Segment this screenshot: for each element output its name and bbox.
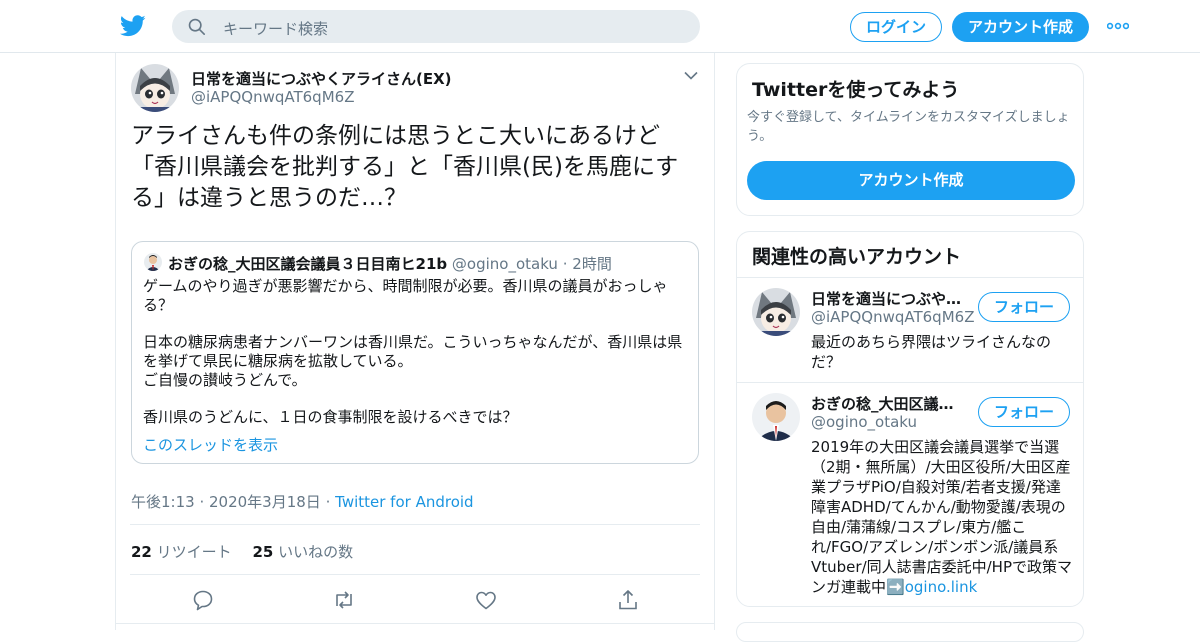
like-stat[interactable]: 25 いいねの数 xyxy=(252,543,353,561)
right-arrow-emoji-icon: ➡️ xyxy=(886,578,905,596)
related-account-handle[interactable]: @iAPQQnwqAT6qM6Z xyxy=(811,308,974,326)
related-account-bio-text: 2019年の大田区議会議員選挙で当選（2期・無所属）/大田区役所/大田区産業プラ… xyxy=(811,438,1072,596)
reply-icon[interactable] xyxy=(191,588,215,612)
person-avatar-icon xyxy=(144,253,162,271)
try-twitter-card: Twitterを使ってみよう 今すぐ登録して、タイムラインをカスタマイズしましょ… xyxy=(736,63,1084,216)
chevron-down-icon[interactable] xyxy=(684,71,698,80)
tweet-meta: 午後1:13 · 2020年3月18日 · Twitter for Androi… xyxy=(131,491,474,512)
retweet-count: 22 xyxy=(131,543,152,561)
related-account-name[interactable]: おぎの稔_大田区議会議員３日目南ヒ21b xyxy=(811,393,966,414)
related-account-bio: 最近のあちら界隈はツライさんなのだ？ xyxy=(811,333,1052,371)
twitter-bird-logo-icon[interactable] xyxy=(120,14,146,38)
related-account-avatar[interactable] xyxy=(752,288,800,336)
tweet-detail: 日常を適当につぶやくアライさん(EX) @iAPQQnwqAT6qM6Z アライ… xyxy=(115,53,715,630)
quoted-author-handle: @ogino_otaku xyxy=(451,255,558,273)
show-thread-link[interactable]: このスレッドを表示 xyxy=(143,434,278,455)
quoted-paragraph: ゲームのやり過ぎが悪影響だから、時間制限が必要。香川県の議員がおっしゃる？ xyxy=(143,277,668,314)
related-account-bio: 2019年の大田区議会議員選挙で当選（2期・無所属）/大田区役所/大田区産業プラ… xyxy=(811,437,1073,597)
search-input[interactable]: キーワード検索 xyxy=(223,18,328,39)
divider xyxy=(116,623,714,624)
like-label: いいねの数 xyxy=(278,543,354,561)
divider xyxy=(130,574,700,575)
create-account-button[interactable]: アカウント作成 xyxy=(747,161,1075,200)
search-icon xyxy=(188,18,206,36)
login-button[interactable]: ログイン xyxy=(850,12,942,42)
tweet-source-link[interactable]: Twitter for Android xyxy=(335,493,473,511)
follow-button[interactable]: フォロー xyxy=(978,397,1070,427)
tweet-text: アライさんも件の条例には思うとこ大いにあるけど「香川県議会を批判する」と「香川県… xyxy=(131,123,679,211)
related-accounts-title: 関連性の高いアカウント xyxy=(752,246,962,268)
person-avatar-icon xyxy=(752,393,800,441)
raccoon-character-avatar-icon xyxy=(752,288,800,336)
retweet-stat[interactable]: 22 リツイート xyxy=(131,543,232,561)
share-icon[interactable] xyxy=(616,588,640,612)
top-navigation-bar: キーワード検索 ログイン アカウント作成 xyxy=(0,0,1200,53)
related-accounts-card: 関連性の高いアカウント 日常を適当につぶやくアライさん(EX) @iAPQQnw… xyxy=(736,231,1084,607)
bio-link[interactable]: ogino.link xyxy=(905,578,978,596)
related-account-name[interactable]: 日常を適当につぶやくアライさん(EX) xyxy=(811,288,966,309)
quoted-tweet-header: おぎの稔_大田区議会議員３日目南ヒ21b @ogino_otaku · 2時間 xyxy=(168,253,612,274)
tweet-author-name[interactable]: 日常を適当につぶやくアライさん(EX) xyxy=(191,68,452,89)
tweet-author-handle[interactable]: @iAPQQnwqAT6qM6Z xyxy=(191,88,354,106)
raccoon-character-avatar-icon xyxy=(131,64,179,112)
try-twitter-title: Twitterを使ってみよう xyxy=(752,79,960,101)
meta-separator: · xyxy=(325,493,331,511)
more-options-icon[interactable] xyxy=(1107,22,1129,30)
quoted-tweet-time: 2時間 xyxy=(572,255,612,273)
quoted-author-avatar xyxy=(144,253,162,271)
signup-button[interactable]: アカウント作成 xyxy=(952,12,1089,42)
quoted-author-name: おぎの稔_大田区議会議員３日目南ヒ21b xyxy=(168,255,448,273)
quoted-tweet[interactable]: おぎの稔_大田区議会議員３日目南ヒ21b @ogino_otaku · 2時間 … xyxy=(131,241,699,464)
next-sidebar-card xyxy=(736,622,1084,642)
search-box[interactable]: キーワード検索 xyxy=(172,10,700,43)
related-account-handle[interactable]: @ogino_otaku xyxy=(811,413,917,431)
quoted-paragraph: 香川県のうどんに、１日の食事制限を設けるべきでは？ xyxy=(143,408,518,426)
tweet-actions xyxy=(116,588,716,614)
retweet-icon[interactable] xyxy=(332,588,356,612)
quoted-paragraph: 日本の糖尿病患者ナンバーワンは香川県だ。こういっちゃなんだが、香川県は県を挙げて… xyxy=(143,333,683,389)
try-twitter-subtitle: 今すぐ登録して、タイムラインをカスタマイズしましょう。 xyxy=(747,110,1070,144)
retweet-label: リツイート xyxy=(156,543,232,561)
tweet-author-avatar[interactable] xyxy=(131,64,179,112)
follow-button[interactable]: フォロー xyxy=(978,292,1070,322)
related-account[interactable]: 日常を適当につぶやくアライさん(EX) @iAPQQnwqAT6qM6Z フォロ… xyxy=(737,277,1083,382)
quoted-tweet-text: ゲームのやり過ぎが悪影響だから、時間制限が必要。香川県の議員がおっしゃる？ 日本… xyxy=(143,277,691,445)
tweet-stats: 22 リツイート 25 いいねの数 xyxy=(131,541,353,562)
related-account-avatar[interactable] xyxy=(752,393,800,441)
like-icon[interactable] xyxy=(474,588,498,612)
tweet-timestamp[interactable]: 午後1:13 · 2020年3月18日 xyxy=(131,493,321,511)
related-account[interactable]: おぎの稔_大田区議会議員３日目南ヒ21b @ogino_otaku フォロー 2… xyxy=(737,382,1083,607)
like-count: 25 xyxy=(252,543,274,561)
divider xyxy=(130,524,700,525)
quoted-separator: · xyxy=(562,255,568,273)
